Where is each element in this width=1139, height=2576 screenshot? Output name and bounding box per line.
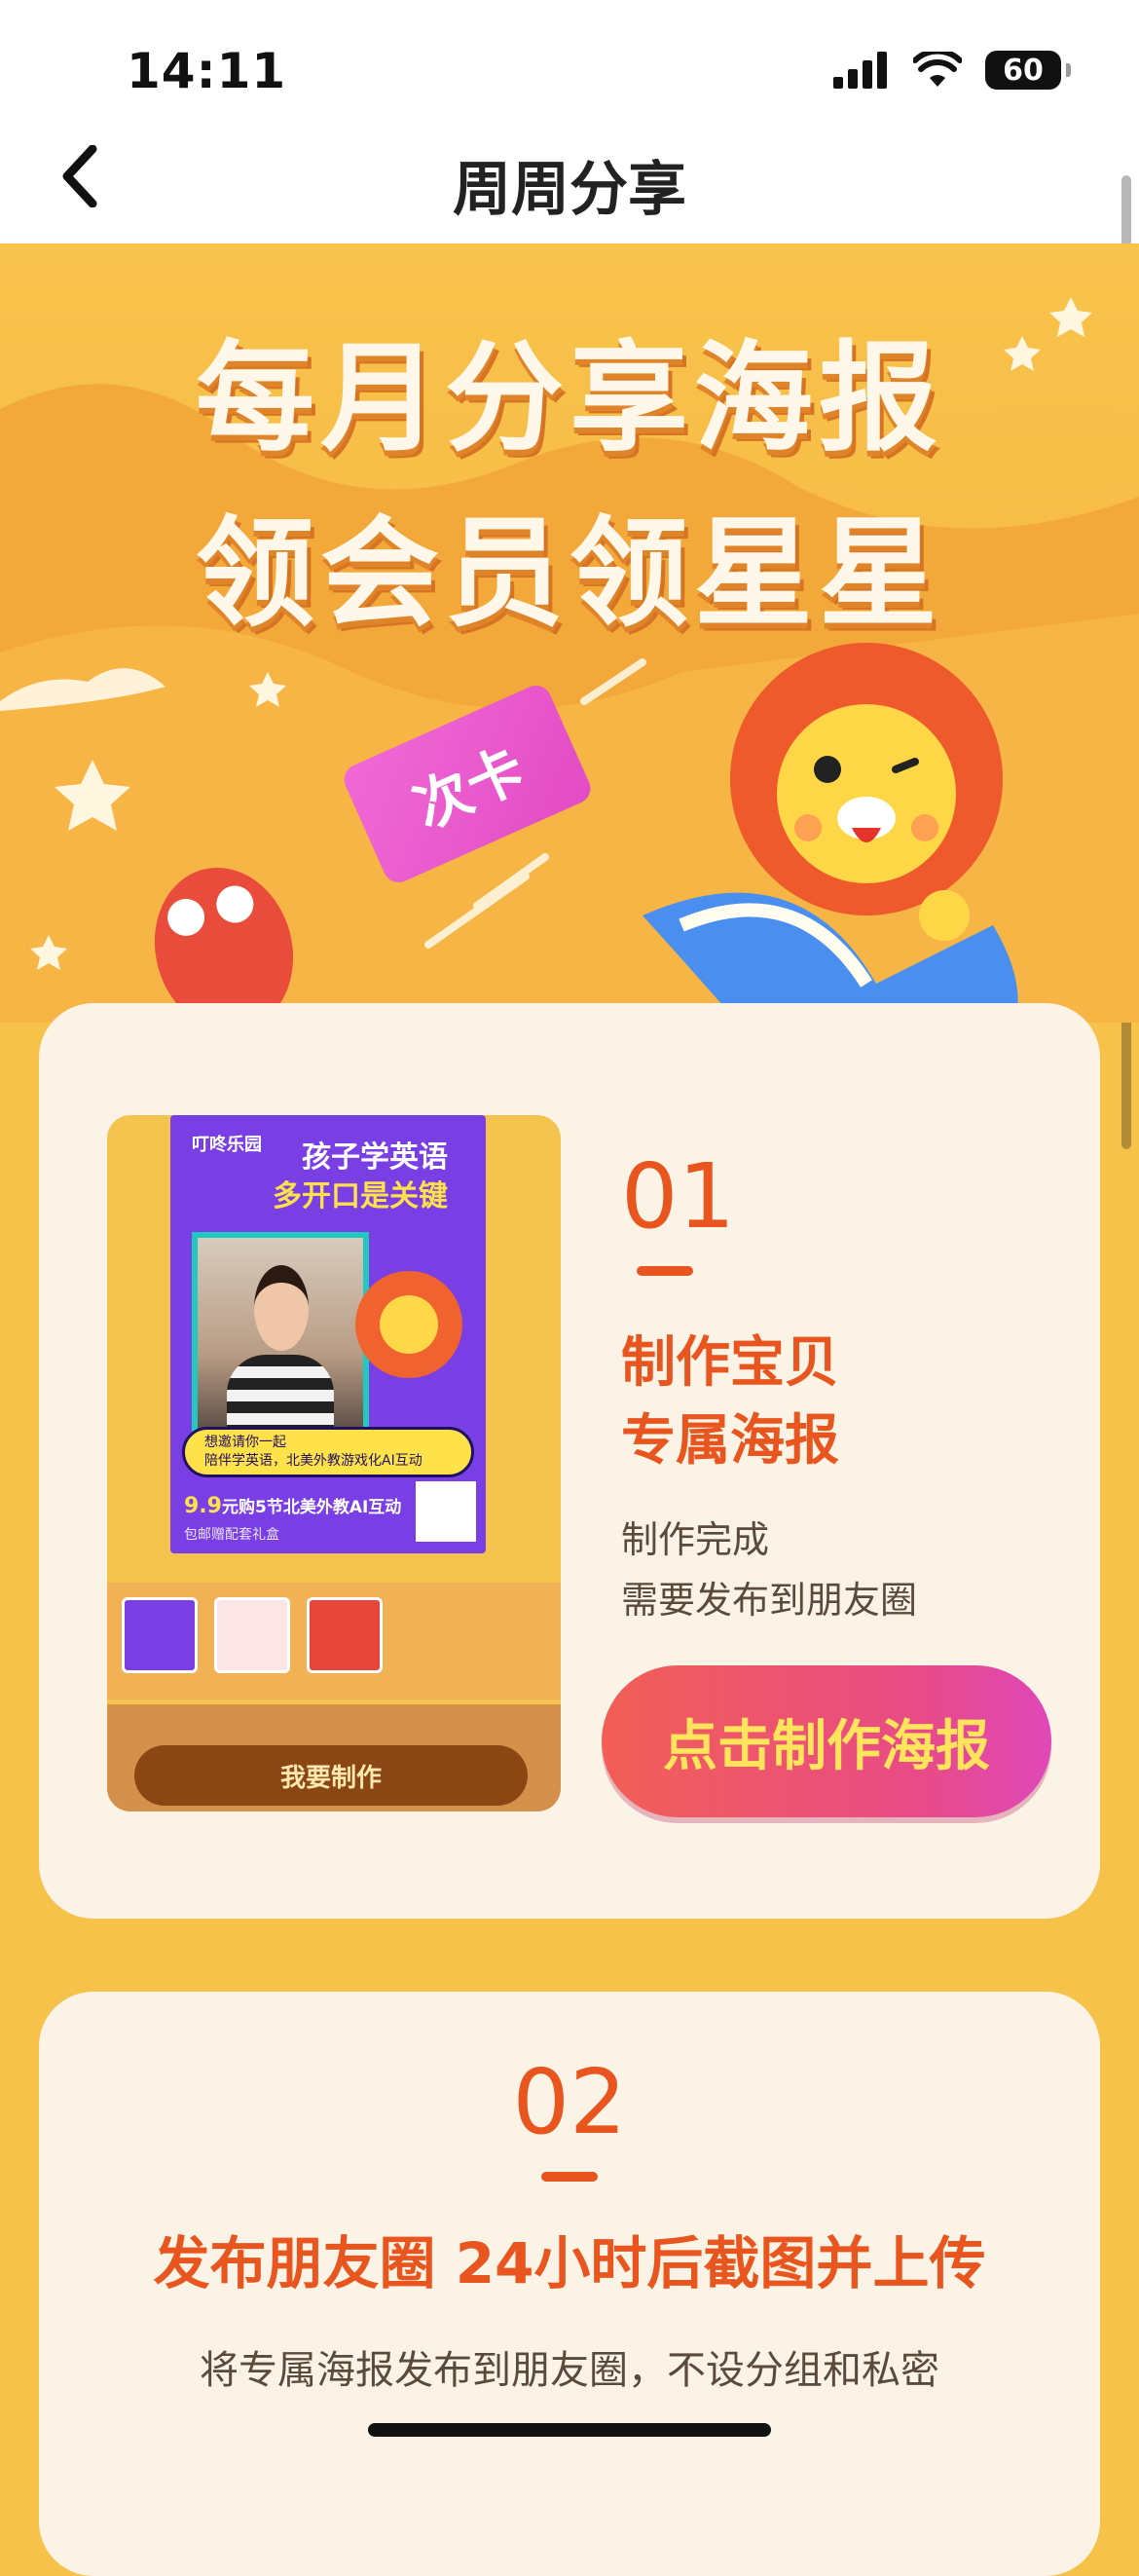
step1-underline <box>637 1266 693 1276</box>
step1-description: 制作完成 需要发布到朋友圈 <box>621 1510 917 1630</box>
page-title: 周周分享 <box>453 156 686 224</box>
child-photo <box>198 1238 363 1433</box>
status-icons: 60 <box>833 51 1071 90</box>
mini-lion-illustration <box>355 1271 462 1378</box>
mascot-eye <box>212 881 258 927</box>
step1-number: 01 <box>621 1144 736 1249</box>
poster-thumbnail[interactable] <box>214 1597 290 1673</box>
battery-level: 60 <box>1003 53 1044 88</box>
poster-price-value: 9.9 <box>184 1494 222 1518</box>
step1-title-line2: 专属海报 <box>621 1409 839 1473</box>
poster-headline2: 多开口是关键 <box>273 1179 448 1213</box>
poster-headline1: 孩子学英语 <box>302 1140 448 1175</box>
step1-desc-line2: 需要发布到朋友圈 <box>621 1579 918 1622</box>
poster-thumbnail[interactable] <box>122 1597 198 1673</box>
status-bar: 14:11 60 <box>0 0 1139 136</box>
poster-speech-bubble: 想邀请你一起 陪伴学英语，北美外教游戏化AI互动 <box>182 1427 474 1477</box>
battery-indicator: 60 <box>985 51 1071 90</box>
step2-description: 将专属海报发布到朋友圈，不设分组和私密 <box>200 2348 939 2393</box>
wifi-icon <box>913 52 962 87</box>
hero-title-line1: 每月分享海报 <box>196 329 943 467</box>
bubble-line1: 想邀请你一起 <box>204 1435 286 1450</box>
poster-preview[interactable]: 叮咚乐园 孩子学英语 多开口是关键 想邀请你一起 陪伴学英语，北美外教游戏化AI… <box>170 1115 486 1553</box>
child-shirt <box>227 1355 334 1433</box>
poster-thumbnail[interactable] <box>307 1597 383 1673</box>
mascot-eye <box>163 894 209 941</box>
step1-title: 制作宝贝 专属海报 <box>621 1325 839 1480</box>
step1-title-line1: 制作宝贝 <box>621 1331 839 1395</box>
step2-number: 02 <box>512 2050 627 2154</box>
make-poster-button[interactable]: 点击制作海报 <box>602 1665 1051 1817</box>
poster-gift-text: 包邮赠配套礼盒 <box>184 1527 279 1543</box>
poster-price-text: 元购5节北美外教AI互动 <box>221 1498 402 1517</box>
step1-card: 叮咚乐园 孩子学英语 多开口是关键 想邀请你一起 陪伴学英语，北美外教游戏化AI… <box>39 1003 1100 1919</box>
hero-title-line2: 领会员领星星 <box>196 504 943 643</box>
ticket-label: 次卡 <box>404 734 534 842</box>
lion-mascot-illustration <box>730 643 1003 941</box>
step2-underline <box>541 2172 598 2182</box>
step2-title: 发布朋友圈 24小时后截图并上传 <box>153 2230 986 2296</box>
bubble-line2: 陪伴学英语，北美外教游戏化AI互动 <box>204 1453 423 1469</box>
poster-brand: 叮咚乐园 <box>192 1135 262 1155</box>
child-head <box>254 1265 309 1351</box>
poster-price: 9.9元购5节北美外教AI互动 <box>184 1493 401 1518</box>
home-indicator[interactable] <box>368 2423 771 2437</box>
step2-card: 02 发布朋友圈 24小时后截图并上传 将专属海报发布到朋友圈，不设分组和私密 <box>39 1992 1100 2576</box>
nav-bar: 周周分享 <box>0 117 1139 243</box>
poster-preview-panel: 叮咚乐园 孩子学英语 多开口是关键 想邀请你一起 陪伴学英语，北美外教游戏化AI… <box>107 1115 561 1811</box>
poster-template-thumbnails <box>107 1583 561 1699</box>
qr-code-placeholder <box>416 1481 476 1542</box>
step1-desc-line1: 制作完成 <box>621 1518 770 1561</box>
signal-icon <box>833 52 887 89</box>
hero-banner: 每月分享海报 领会员领星星 次卡 <box>0 243 1139 1023</box>
poster-photo-frame <box>192 1232 369 1438</box>
make-poster-small-button[interactable]: 我要制作 <box>134 1745 528 1806</box>
status-time: 14:11 <box>127 43 287 99</box>
